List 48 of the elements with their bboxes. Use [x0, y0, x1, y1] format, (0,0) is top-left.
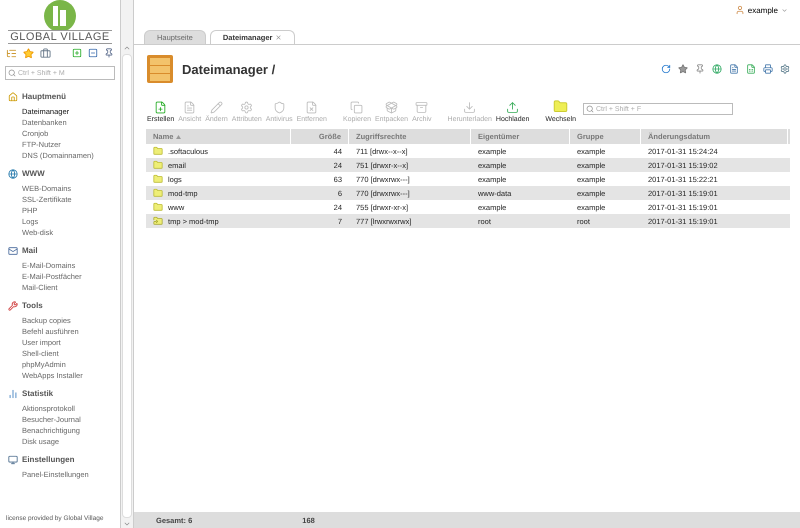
globe-icon — [8, 168, 18, 178]
download-icon — [463, 101, 476, 114]
user-menu[interactable]: example — [734, 5, 788, 15]
logo-text: GLOBAL VILLAGE — [8, 30, 112, 44]
tree-icon[interactable] — [6, 48, 17, 58]
globe-icon[interactable] — [712, 64, 722, 74]
sort-icon — [176, 134, 182, 138]
spreadsheet-icon[interactable] — [746, 64, 756, 74]
folder-icon — [153, 174, 163, 184]
menu-section-title: Statistik — [22, 389, 54, 398]
menu-section-title: Tools — [22, 301, 43, 310]
briefcase-icon[interactable] — [40, 48, 51, 58]
close-icon[interactable] — [275, 34, 282, 41]
folder-icon — [153, 160, 163, 170]
search-icon — [8, 69, 16, 77]
scroll-up-icon[interactable] — [123, 44, 131, 52]
delete-icon — [305, 101, 318, 114]
archive-icon — [415, 101, 428, 114]
menu-section-title: WWW — [22, 169, 45, 178]
pin-icon[interactable] — [695, 64, 705, 74]
cabinet-icon — [146, 54, 174, 84]
home-icon — [8, 92, 18, 102]
user-icon — [734, 5, 745, 15]
search-icon — [586, 105, 594, 113]
menu-section-title: Einstellungen — [22, 455, 74, 464]
menu-section-title: Mail — [22, 246, 38, 255]
expand-icon[interactable] — [72, 48, 82, 58]
collapse-icon[interactable] — [88, 48, 98, 58]
document-icon[interactable] — [729, 64, 739, 74]
scrollbar[interactable] — [121, 0, 134, 528]
upload-icon — [506, 101, 520, 114]
star-icon[interactable] — [678, 64, 688, 74]
menu-section-title: Hauptmenü — [22, 92, 66, 101]
edit-icon — [210, 101, 223, 114]
mail-icon — [8, 246, 18, 256]
tools-icon — [8, 300, 18, 310]
folder-icon — [153, 146, 163, 156]
folder-icon — [153, 202, 163, 212]
folder-link-icon — [153, 216, 163, 226]
scroll-down-icon[interactable] — [123, 520, 131, 528]
copy-icon — [350, 101, 364, 114]
star-icon[interactable] — [23, 48, 34, 58]
refresh-icon[interactable] — [661, 64, 671, 74]
pin-icon[interactable] — [104, 48, 114, 58]
caret-icon — [781, 6, 788, 14]
folder-icon — [153, 188, 163, 198]
page-title: Dateimanager / — [182, 62, 276, 76]
printer-icon[interactable] — [763, 64, 773, 74]
